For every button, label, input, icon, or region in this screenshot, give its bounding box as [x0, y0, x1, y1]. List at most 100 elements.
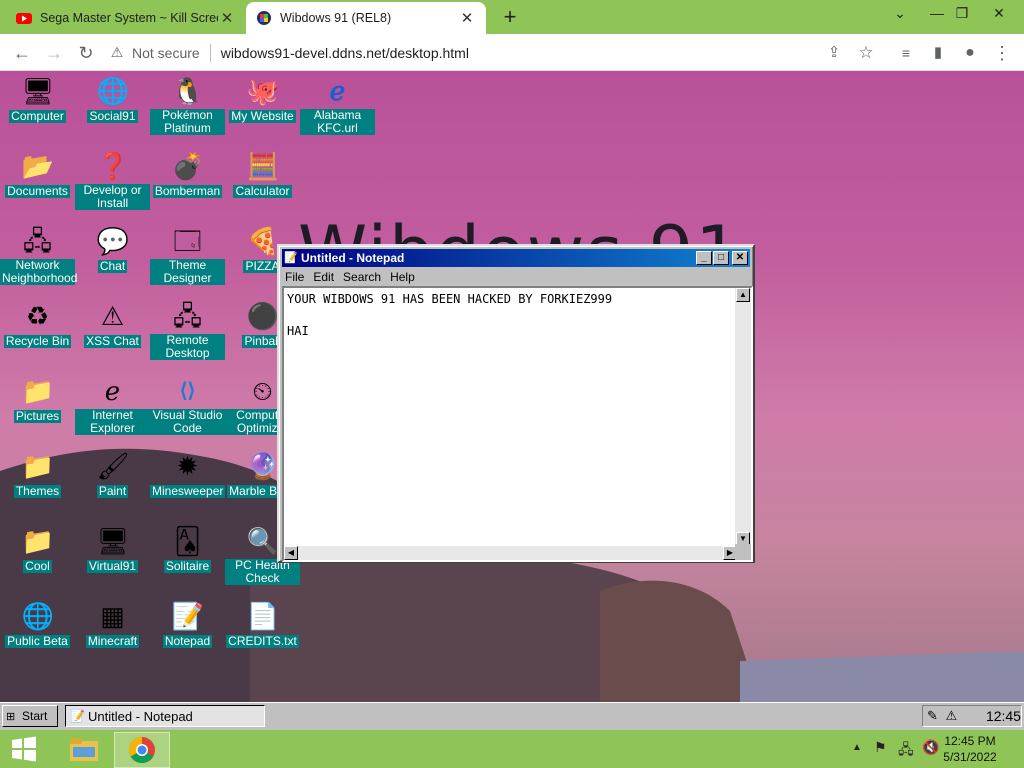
icon-label: Network Neighborhood: [0, 258, 78, 285]
share-icon[interactable]: ⇪: [820, 39, 848, 67]
desktop-icon-public-beta[interactable]: 🌐 Public Beta: [0, 598, 75, 648]
tab-sega-master-system[interactable]: Sega Master System ~ Kill Screen ✕: [6, 2, 246, 34]
profile-avatar-icon[interactable]: ●: [956, 39, 984, 67]
desktop-icon-calculator[interactable]: 🧮 Calculator: [225, 148, 300, 198]
icon-label: Themes: [13, 484, 62, 498]
vertical-scrollbar[interactable]: ▲ ▼: [735, 288, 751, 546]
notepad-text-area[interactable]: YOUR WIBDOWS 91 HAS BEEN HACKED BY FORKI…: [282, 286, 753, 562]
desktop-icon-theme-designer[interactable]: 🗔 Theme Designer: [150, 223, 225, 285]
browser-tab-strip: Sega Master System ~ Kill Screen ✕ Wibdo…: [0, 0, 1024, 34]
tab-close-button[interactable]: ✕: [218, 9, 236, 27]
forward-arrow-icon[interactable]: →: [40, 39, 68, 67]
close-button[interactable]: ✕: [732, 251, 748, 265]
chrome-taskbar-button[interactable]: [114, 732, 170, 768]
icon-label: Remote Desktop: [150, 334, 225, 360]
desktop-icon-solitaire[interactable]: 🂡 Solitaire: [150, 523, 225, 573]
warning-icon: ⚠: [110, 44, 124, 60]
desktop-icon-my-website[interactable]: 🐙 My Website: [225, 73, 300, 123]
desktop-icon-credits[interactable]: 📄 CREDITS.txt: [225, 598, 300, 648]
icon-label: Pokémon Platinum: [150, 109, 225, 135]
desktop-icon-paint[interactable]: 🖌 Paint: [75, 448, 150, 498]
calculator-icon: 🧮: [246, 151, 279, 181]
internet-explorer-icon: ℯ: [329, 76, 346, 106]
start-button[interactable]: ⊞ Start: [2, 705, 58, 727]
tab-wibdows-91[interactable]: Wibdows 91 (REL8) ✕: [246, 2, 486, 34]
close-window-button[interactable]: ✕: [982, 0, 1016, 28]
desktop-icon-documents[interactable]: 📂 Documents: [0, 148, 75, 198]
horizontal-scrollbar[interactable]: ◀ ▶: [284, 546, 737, 560]
notepad-title-bar[interactable]: 📝 Untitled - Notepad _ □ ✕: [282, 249, 750, 267]
window-icon: 🗔: [173, 226, 202, 256]
menu-help[interactable]: Help: [390, 270, 415, 284]
wibdows-logo-icon: [257, 11, 271, 25]
menu-edit[interactable]: Edit: [313, 270, 334, 284]
menu-search[interactable]: Search: [343, 270, 381, 284]
notepad-content[interactable]: YOUR WIBDOWS 91 HAS BEEN HACKED BY FORKI…: [287, 291, 737, 339]
desktop-icon-themes[interactable]: 📁 Themes: [0, 448, 75, 498]
file-explorer-icon: [70, 738, 98, 761]
internet-explorer-icon: ℯ: [104, 376, 121, 406]
recycle-bin-icon: ♻: [25, 301, 50, 331]
desktop-icon-minecraft[interactable]: ▦ Minecraft: [75, 598, 150, 648]
icon-label: Social91: [87, 109, 138, 123]
reload-icon[interactable]: ↻: [72, 39, 100, 67]
icon-label: Visual Studio Code: [150, 409, 225, 435]
maximize-button[interactable]: □: [713, 251, 729, 265]
notepad-window[interactable]: 📝 Untitled - Notepad _ □ ✕ File Edit Sea…: [277, 244, 755, 563]
desktop-icon-network[interactable]: 🖧 Network Neighborhood: [0, 223, 78, 285]
network-icon: 🖧: [23, 226, 52, 256]
desktop-icon-remote-desktop[interactable]: 🖧 Remote Desktop: [150, 298, 225, 360]
restore-window-button[interactable]: ❐: [945, 0, 979, 28]
side-panel-icon[interactable]: ▮: [924, 39, 952, 67]
playing-card-icon: 🂡: [174, 526, 201, 556]
desktop-icon-pictures[interactable]: 📁 Pictures: [0, 373, 75, 423]
minimize-button[interactable]: _: [696, 251, 712, 265]
back-arrow-icon[interactable]: ←: [8, 39, 36, 67]
new-tab-button[interactable]: +: [497, 4, 523, 30]
desktop-icon-vscode[interactable]: ⟨⟩ Visual Studio Code: [150, 373, 225, 435]
warning-icon[interactable]: ⚠: [945, 708, 963, 724]
tab-close-button[interactable]: ✕: [458, 9, 476, 27]
desktop-icon-chat[interactable]: 💬 Chat: [75, 223, 150, 273]
windows-start-icon[interactable]: [10, 735, 38, 763]
notepad-menu-bar: File Edit Search Help: [285, 268, 424, 286]
desktop-icon-cool[interactable]: 📁 Cool: [0, 523, 75, 573]
notepad-icon: 📝: [70, 709, 85, 723]
desktop-icon-notepad[interactable]: 📝 Notepad: [150, 598, 225, 648]
kebab-menu-icon[interactable]: ⋮: [988, 39, 1016, 67]
desktop-icon-internet-explorer[interactable]: ℯ Internet Explorer: [75, 373, 150, 435]
pencil-icon[interactable]: ✎: [927, 708, 945, 724]
show-hidden-icons-arrow[interactable]: ▲: [852, 742, 862, 753]
desktop-icon-xss-chat[interactable]: ⚠ XSS Chat: [75, 298, 150, 348]
bookmark-star-icon[interactable]: ☆: [852, 39, 880, 67]
desktop-icon-alabama-kfc[interactable]: ℯ Alabama KFC.url: [300, 73, 375, 135]
host-time: 12:45 PM: [944, 734, 996, 748]
pokemon-icon: 🐧: [171, 76, 204, 106]
media-controls-icon[interactable]: ≡: [892, 39, 920, 67]
tab-search-chevron-icon[interactable]: ⌄: [883, 0, 917, 28]
desktop-icon-virtual91[interactable]: 🖥 Virtual91: [75, 523, 150, 573]
desktop-icon-computer[interactable]: 🖥 Computer: [0, 73, 75, 123]
address-bar[interactable]: ⚠ Not secure wibdows91-devel.ddns.net/de…: [108, 38, 888, 67]
desktop-icon-bomberman[interactable]: 💣 Bomberman: [150, 148, 225, 198]
scroll-up-icon[interactable]: ▲: [736, 288, 750, 302]
file-explorer-taskbar-button[interactable]: [56, 732, 112, 768]
desktop-icon-recycle-bin[interactable]: ♻ Recycle Bin: [0, 298, 75, 348]
browser-toolbar: ← → ↻ ⚠ Not secure wibdows91-devel.ddns.…: [0, 34, 1024, 71]
desktop-icon-minesweeper[interactable]: ✹ Minesweeper: [150, 448, 225, 498]
icon-label: Internet Explorer: [75, 409, 150, 435]
vscode-icon: ⟨⟩: [179, 380, 196, 402]
icon-label: Minecraft: [85, 634, 140, 648]
menu-file[interactable]: File: [285, 270, 304, 284]
tray-clock[interactable]: 12:45: [986, 708, 1021, 724]
network-icon[interactable]: 🖧: [898, 739, 914, 763]
desktop-icon-develop[interactable]: ❓ Develop or Install: [75, 148, 150, 210]
taskbar-item-notepad[interactable]: 📝 Untitled - Notepad: [65, 705, 265, 727]
host-clock[interactable]: 12:45 PM 5/31/2022: [930, 733, 1010, 765]
desktop-icon-social91[interactable]: 🌐 Social91: [75, 73, 150, 123]
scroll-left-icon[interactable]: ◀: [284, 546, 298, 560]
url-text: wibdows91-devel.ddns.net/desktop.html: [220, 44, 469, 61]
desktop-icon-pokemon[interactable]: 🐧 Pokémon Platinum: [150, 73, 225, 135]
tab-title: Sega Master System ~ Kill Screen: [40, 11, 218, 25]
action-center-flag-icon[interactable]: ⚑: [874, 739, 887, 756]
